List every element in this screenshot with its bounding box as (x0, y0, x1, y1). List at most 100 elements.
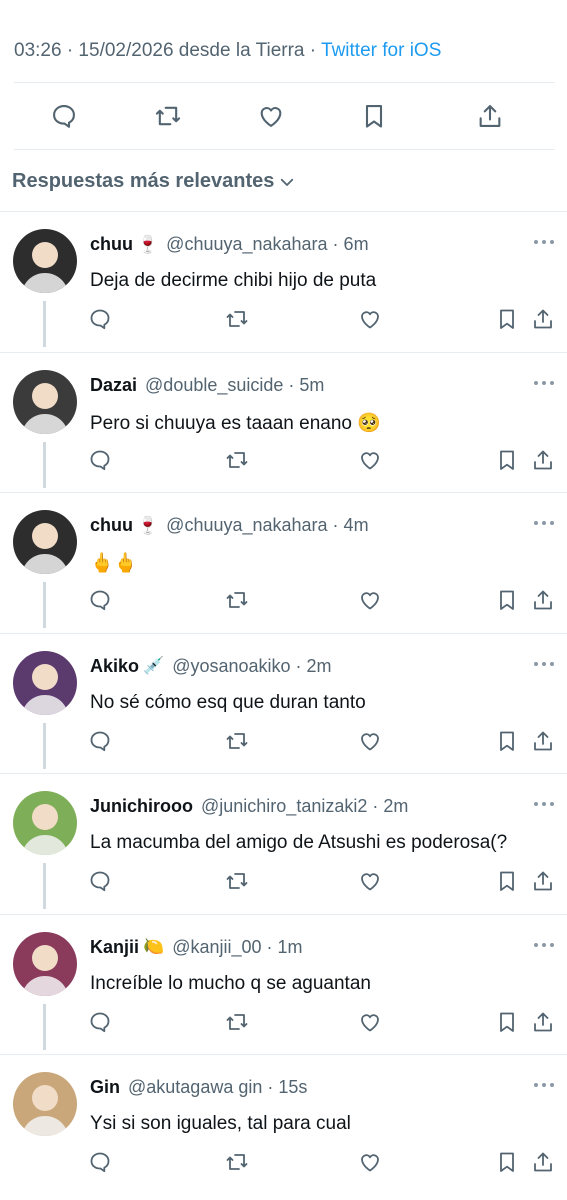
display-name[interactable]: chuu (90, 515, 133, 536)
reply-icon[interactable] (87, 1149, 113, 1175)
retweet-icon[interactable] (224, 868, 250, 894)
display-name[interactable]: Dazai (90, 375, 137, 396)
reply-text: Ysi si son iguales, tal para cual (90, 1113, 351, 1134)
like-icon[interactable] (357, 306, 383, 332)
divider (14, 149, 555, 150)
share-icon[interactable] (530, 306, 556, 332)
reply-tweet[interactable]: Dazai @double_suicide · 5m Pero si chuuy… (0, 351, 567, 493)
name-emoji: 🍷 (137, 515, 159, 535)
reply-tweet[interactable]: chuu 🍷 @chuuya_nakahara · 4m 🖕🖕 (0, 492, 567, 633)
more-options-icon[interactable] (533, 379, 555, 387)
bookmark-icon[interactable] (494, 306, 520, 332)
handle-and-time[interactable]: @yosanoakiko · 2m (172, 656, 331, 677)
handle-and-time[interactable]: @kanjii_00 · 1m (172, 937, 302, 958)
reply-icon[interactable] (87, 587, 113, 613)
reply-icon[interactable] (48, 100, 80, 132)
avatar[interactable] (13, 931, 77, 996)
name-emoji: 🍷 (137, 234, 159, 254)
avatar[interactable] (13, 510, 77, 574)
tweet-source-link[interactable]: Twitter for iOS (321, 40, 441, 61)
reply-text: No sé cómo esq que duran tanto (90, 691, 366, 713)
bookmark-icon[interactable] (358, 100, 390, 132)
like-icon[interactable] (357, 447, 383, 473)
chevron-down-icon (281, 178, 294, 186)
bookmark-icon[interactable] (494, 728, 520, 754)
retweet-icon[interactable] (224, 587, 250, 613)
like-icon[interactable] (357, 1009, 383, 1035)
display-name[interactable]: chuu (90, 234, 133, 255)
handle-and-time[interactable]: @akutagawa gin · 15s (128, 1077, 307, 1098)
tweet-action-bar (0, 100, 567, 136)
bookmark-icon[interactable] (494, 1009, 520, 1035)
reply-tweet[interactable]: Akiko 💉 @yosanoakiko · 2m No sé cómo esq… (0, 632, 567, 774)
share-icon[interactable] (530, 728, 556, 754)
divider (14, 82, 555, 83)
share-icon[interactable] (530, 1009, 556, 1035)
bookmark-icon[interactable] (494, 1149, 520, 1175)
handle-and-time[interactable]: @double_suicide · 5m (145, 375, 324, 396)
more-options-icon[interactable] (533, 660, 555, 668)
tweet-timestamp: 03:26 · 15/02/2026 desde la Tierra · Twi… (14, 40, 441, 62)
share-icon[interactable] (474, 100, 506, 132)
reply-icon[interactable] (87, 1009, 113, 1035)
thread-line (43, 863, 46, 909)
display-name[interactable]: Gin (90, 1077, 120, 1098)
sort-replies-dropdown[interactable]: Respuestas más relevantes (12, 170, 296, 193)
reply-tweet[interactable]: Gin @akutagawa gin · 15s Ysi si son igua… (0, 1054, 567, 1195)
display-name[interactable]: Kanjii (90, 937, 139, 958)
bookmark-icon[interactable] (494, 868, 520, 894)
reply-icon[interactable] (87, 728, 113, 754)
avatar[interactable] (13, 791, 77, 855)
reply-header: Dazai @double_suicide · 5m (90, 375, 324, 396)
avatar[interactable] (13, 369, 77, 434)
tweet-meta-text: 03:26 · 15/02/2026 desde la Tierra · (14, 40, 322, 61)
like-icon[interactable] (255, 100, 287, 132)
reply-tweet[interactable]: Kanjii 🍋 @kanjii_00 · 1m Increíble lo mu… (0, 913, 567, 1055)
more-options-icon[interactable] (533, 519, 555, 527)
reply-header: chuu 🍷 @chuuya_nakahara · 4m (90, 515, 369, 536)
share-icon[interactable] (530, 587, 556, 613)
more-options-icon[interactable] (533, 941, 555, 949)
reply-text: Deja de decirme chibi hijo de puta (90, 270, 377, 291)
share-icon[interactable] (530, 447, 556, 473)
reply-header: Junichirooo @junichiro_tanizaki2 · 2m (90, 796, 408, 817)
retweet-icon[interactable] (224, 1149, 250, 1175)
share-icon[interactable] (530, 1149, 556, 1175)
like-icon[interactable] (357, 868, 383, 894)
bookmark-icon[interactable] (494, 587, 520, 613)
share-icon[interactable] (530, 868, 556, 894)
display-name[interactable]: Junichirooo (90, 796, 193, 817)
retweet-icon[interactable] (224, 447, 250, 473)
reply-text: La macumba del amigo de Atsushi es poder… (90, 832, 508, 853)
avatar[interactable] (13, 1072, 77, 1136)
like-icon[interactable] (357, 1149, 383, 1175)
name-emoji: 🍋 (143, 937, 165, 956)
bookmark-icon[interactable] (494, 447, 520, 473)
like-icon[interactable] (357, 728, 383, 754)
reply-text: Pero si chuuya es taaan enano 🥺 (90, 412, 381, 434)
display-name[interactable]: Akiko (90, 656, 139, 677)
avatar[interactable] (13, 650, 77, 715)
retweet-icon[interactable] (224, 1009, 250, 1035)
more-options-icon[interactable] (533, 1081, 555, 1089)
retweet-icon[interactable] (224, 306, 250, 332)
handle-and-time[interactable]: @chuuya_nakahara · 4m (166, 515, 368, 536)
like-icon[interactable] (357, 587, 383, 613)
reply-icon[interactable] (87, 447, 113, 473)
reply-icon[interactable] (87, 306, 113, 332)
reply-tweet[interactable]: Junichirooo @junichiro_tanizaki2 · 2m La… (0, 773, 567, 914)
reply-text: Increíble lo mucho q se aguantan (90, 972, 371, 994)
handle-and-time[interactable]: @chuuya_nakahara · 6m (166, 234, 368, 255)
retweet-icon[interactable] (152, 100, 184, 132)
more-options-icon[interactable] (533, 238, 555, 246)
reply-icon[interactable] (87, 868, 113, 894)
reply-text: 🖕🖕 (90, 553, 138, 574)
avatar[interactable] (13, 229, 77, 293)
retweet-icon[interactable] (224, 728, 250, 754)
reply-header: Kanjii 🍋 @kanjii_00 · 1m (90, 937, 303, 958)
reply-tweet[interactable]: chuu 🍷 @chuuya_nakahara · 6m Deja de dec… (0, 211, 567, 352)
more-options-icon[interactable] (533, 800, 555, 808)
reply-header: Akiko 💉 @yosanoakiko · 2m (90, 656, 332, 677)
handle-and-time[interactable]: @junichiro_tanizaki2 · 2m (201, 796, 408, 817)
thread-line (43, 441, 46, 488)
